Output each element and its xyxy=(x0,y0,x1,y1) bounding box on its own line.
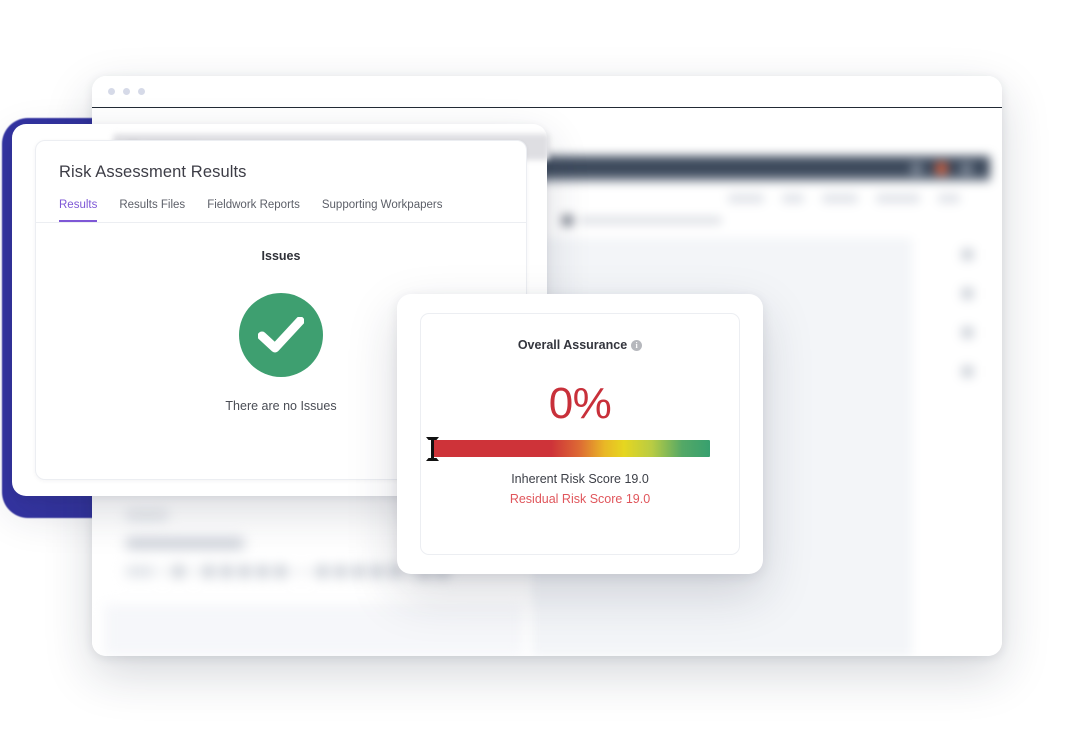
screenshot-root: Risk Assessment Results Results Results … xyxy=(0,0,1080,752)
breadcrumb-text xyxy=(579,216,722,224)
nav-item-1[interactable] xyxy=(728,194,764,203)
folder-icon xyxy=(562,214,573,226)
overall-assurance-card: Overall Assurance i 0% Inherent Risk Sco… xyxy=(420,313,740,555)
assurance-gauge-row xyxy=(421,436,739,461)
check-circle-icon xyxy=(239,293,323,377)
user-icon[interactable] xyxy=(961,163,972,174)
toolbar-icon-2[interactable] xyxy=(203,566,214,577)
assurance-percent: 0% xyxy=(548,379,612,428)
rail-icon-3[interactable] xyxy=(961,326,974,339)
inherent-risk-score: Inherent Risk Score 19.0 xyxy=(511,472,649,486)
app-titlebar-icons xyxy=(911,163,972,174)
text-ibeam-cursor xyxy=(423,436,443,467)
toolbar-sep-1 xyxy=(161,569,166,574)
browser-chrome xyxy=(92,76,1002,108)
tab-supporting-workpapers[interactable]: Supporting Workpapers xyxy=(322,199,443,222)
nav-item-5[interactable] xyxy=(938,194,960,203)
info-icon[interactable]: i xyxy=(631,339,643,351)
browser-dot-green[interactable] xyxy=(138,88,145,95)
toolbar-icon-9[interactable] xyxy=(353,566,364,577)
app-titlebar xyxy=(532,156,990,182)
toolbar-icon-8[interactable] xyxy=(335,566,346,577)
nav-item-2[interactable] xyxy=(782,194,804,203)
window-icon[interactable] xyxy=(911,163,922,174)
page-title: Risk Assessment Results xyxy=(59,163,247,181)
browser-dot-yellow[interactable] xyxy=(123,88,130,95)
toolbar-icon-7[interactable] xyxy=(317,566,328,577)
toolbar-label xyxy=(126,567,154,576)
browser-dot-red[interactable] xyxy=(108,88,115,95)
overall-assurance-modal: Overall Assurance i 0% Inherent Risk Sco… xyxy=(397,294,763,574)
assurance-title: Overall Assurance xyxy=(517,338,628,352)
toolbar-sep-3 xyxy=(293,569,298,574)
content-heading xyxy=(126,538,244,549)
tab-fieldwork-reports[interactable]: Fieldwork Reports xyxy=(207,199,300,222)
residual-risk-score: Residual Risk Score 19.0 xyxy=(509,492,651,506)
app-breadcrumb[interactable] xyxy=(562,214,722,226)
toolbar-icon-10[interactable] xyxy=(371,566,382,577)
rail-icon-2[interactable] xyxy=(961,287,974,300)
risk-scores: Inherent Risk Score 19.0 Residual Risk S… xyxy=(421,472,739,506)
toolbar-icon-3[interactable] xyxy=(221,566,232,577)
rail-icon-1[interactable] xyxy=(961,248,974,261)
toolbar-icon-4[interactable] xyxy=(239,566,250,577)
assurance-gauge[interactable] xyxy=(432,440,710,457)
app-right-rail xyxy=(961,248,974,378)
toolbar-sep-4 xyxy=(305,569,310,574)
app-nav xyxy=(728,194,960,203)
content-footer-strip xyxy=(104,604,524,656)
toolbar-sep-2 xyxy=(191,569,196,574)
toolbar-icon-1[interactable] xyxy=(173,566,184,577)
assurance-title-row: Overall Assurance i xyxy=(421,314,739,352)
tab-bar: Results Results Files Fieldwork Reports … xyxy=(36,182,526,223)
tab-results[interactable]: Results xyxy=(59,199,98,222)
content-chip xyxy=(126,510,168,521)
rail-icon-4[interactable] xyxy=(961,365,974,378)
toolbar-icon-6[interactable] xyxy=(275,566,286,577)
issues-heading: Issues xyxy=(261,249,301,263)
nav-item-3[interactable] xyxy=(822,194,858,203)
nav-item-4[interactable] xyxy=(876,194,920,203)
alert-icon[interactable] xyxy=(936,163,947,174)
tab-results-files[interactable]: Results Files xyxy=(119,199,185,222)
toolbar-icon-5[interactable] xyxy=(257,566,268,577)
